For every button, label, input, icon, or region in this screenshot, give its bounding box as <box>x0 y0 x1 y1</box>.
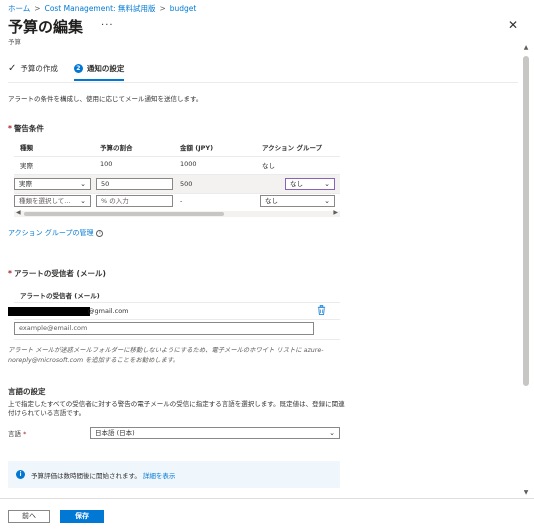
page-subtitle: 予算 <box>8 38 21 46</box>
scroll-down-icon[interactable]: ▼ <box>522 489 530 496</box>
section-description: アラートの条件を構成し、使用に応じてメール通知を送信します。 <box>8 95 203 103</box>
table-row: 実際 100 1000 なし <box>20 160 340 172</box>
more-options-button[interactable]: ··· <box>101 20 114 31</box>
chevron-down-icon: ⌄ <box>324 180 330 188</box>
table-divider <box>14 156 340 157</box>
dropdown-value: なし <box>290 180 303 188</box>
step-label: 予算の作成 <box>20 64 58 73</box>
chevron-down-icon: ⌄ <box>329 429 335 437</box>
language-section-title: 言語の設定 <box>8 387 46 396</box>
cell-type: 実際 <box>20 162 33 170</box>
recipients-title: * アラートの受信者 (メール) <box>8 268 106 279</box>
chevron-down-icon: ⌄ <box>324 197 330 205</box>
section-title-text: 警告条件 <box>13 124 44 133</box>
save-button[interactable]: 保存 <box>60 510 104 523</box>
scroll-left-icon[interactable]: ◀ <box>16 209 21 216</box>
column-header-action-group: アクション グループ <box>262 144 323 152</box>
breadcrumb-separator: > <box>34 4 41 13</box>
language-description: 上で指定したすべての受信者に対する警告の電子メールの受信に指定する言語を選択しま… <box>8 400 345 417</box>
alert-table-header: 種類 予算の割合 金額 (JPY) アクション グループ <box>20 142 340 154</box>
whitelist-note: アラート メールが迷惑メールフォルダーに移動しないようにするため、電子メールのホ… <box>8 347 324 364</box>
redacted-email-block <box>8 307 90 316</box>
step-create-budget[interactable]: ✓ 予算の作成 <box>8 63 58 74</box>
column-header-amount: 金額 (JPY) <box>180 144 214 152</box>
section-title-text: アラートの受信者 (メール) <box>13 269 106 278</box>
input-placeholder: % の入力 <box>101 197 129 205</box>
info-text: 予算評価は数時間後に開始されます。 <box>31 471 141 480</box>
cell-amount: 500 <box>180 180 193 188</box>
language-label: 言語 * <box>8 428 28 438</box>
scroll-right-icon[interactable]: ▶ <box>333 209 338 216</box>
link-text: アクション グループの管理 <box>8 229 94 237</box>
email-input[interactable]: example@email.com <box>14 322 314 335</box>
required-mark: * <box>8 124 12 133</box>
alert-conditions-title: * 警告条件 <box>8 123 44 134</box>
info-message-bar: i 予算評価は数時間後に開始されます。 詳細を表示 <box>8 461 340 488</box>
action-group-dropdown-empty[interactable]: なし ⌄ <box>260 195 335 207</box>
breadcrumb-home[interactable]: ホーム <box>8 4 30 13</box>
vertical-scrollbar[interactable]: ▲ ▼ <box>522 44 530 496</box>
percent-input-empty[interactable]: % の入力 <box>96 195 173 207</box>
info-icon: i <box>16 470 25 479</box>
column-header-type: 種類 <box>20 144 33 152</box>
column-header-percent: 予算の割合 <box>100 144 133 152</box>
dropdown-value: 実際 <box>19 180 32 188</box>
table-divider <box>14 319 340 320</box>
table-divider <box>14 193 340 194</box>
step-number-badge: 2 <box>73 64 83 73</box>
recipient-email: @gmail.com <box>88 307 129 315</box>
breadcrumb: ホーム > Cost Management: 無料試用版 > budget <box>8 3 196 14</box>
required-mark: * <box>8 269 12 278</box>
page-title: 予算の編集 <box>8 18 84 36</box>
breadcrumb-cost-management[interactable]: Cost Management: 無料試用版 <box>45 4 156 13</box>
required-mark: * <box>23 430 27 438</box>
footer-bar: 前へ 保存 <box>0 498 534 529</box>
scroll-up-icon[interactable]: ▲ <box>522 44 530 51</box>
info-icon[interactable]: i <box>96 229 104 237</box>
step-notification-settings[interactable]: 2 通知の設定 <box>73 63 125 81</box>
details-link[interactable]: 詳細を表示 <box>143 470 176 480</box>
table-divider <box>14 302 340 303</box>
type-dropdown[interactable]: 実際 ⌄ <box>14 178 91 190</box>
wizard-steps: ✓ 予算の作成 2 通知の設定 <box>8 63 125 81</box>
cell-amount: - <box>180 197 183 205</box>
title-row: 予算の編集 ··· <box>8 16 114 37</box>
type-dropdown-empty[interactable]: 種類を選択して... ⌄ <box>14 195 91 207</box>
scrollbar-thumb[interactable] <box>24 212 224 216</box>
manage-action-groups-link[interactable]: アクション グループの管理 i <box>8 228 104 238</box>
recipients-column-header: アラートの受信者 (メール) <box>20 292 100 300</box>
percent-input[interactable]: 50 <box>96 178 173 190</box>
close-button[interactable]: ✕ <box>508 18 518 32</box>
label-text: 言語 <box>8 430 21 438</box>
breadcrumb-separator: > <box>159 4 166 13</box>
dropdown-value: 日本語 (日本) <box>95 429 135 437</box>
trash-icon[interactable] <box>317 305 326 315</box>
cell-percent: 100 <box>100 160 113 168</box>
chevron-down-icon: ⌄ <box>80 180 86 188</box>
divider <box>8 82 518 83</box>
step-label: 通知の設定 <box>86 64 125 73</box>
dropdown-value: なし <box>265 197 278 205</box>
chevron-down-icon: ⌄ <box>80 197 86 205</box>
horizontal-scrollbar[interactable]: ◀ ▶ <box>14 209 340 217</box>
previous-button[interactable]: 前へ <box>8 510 50 523</box>
input-value: 50 <box>101 180 110 188</box>
cell-amount: 1000 <box>180 160 197 168</box>
language-dropdown[interactable]: 日本語 (日本) ⌄ <box>90 427 340 439</box>
checkmark-icon: ✓ <box>8 63 17 74</box>
table-divider <box>14 339 340 340</box>
breadcrumb-budget[interactable]: budget <box>170 4 197 13</box>
input-placeholder: example@email.com <box>19 324 88 332</box>
cell-action-group: なし <box>262 162 275 170</box>
action-group-dropdown[interactable]: なし ⌄ <box>285 178 335 190</box>
dropdown-placeholder: 種類を選択して... <box>19 197 71 205</box>
scrollbar-thumb[interactable] <box>523 56 529 386</box>
